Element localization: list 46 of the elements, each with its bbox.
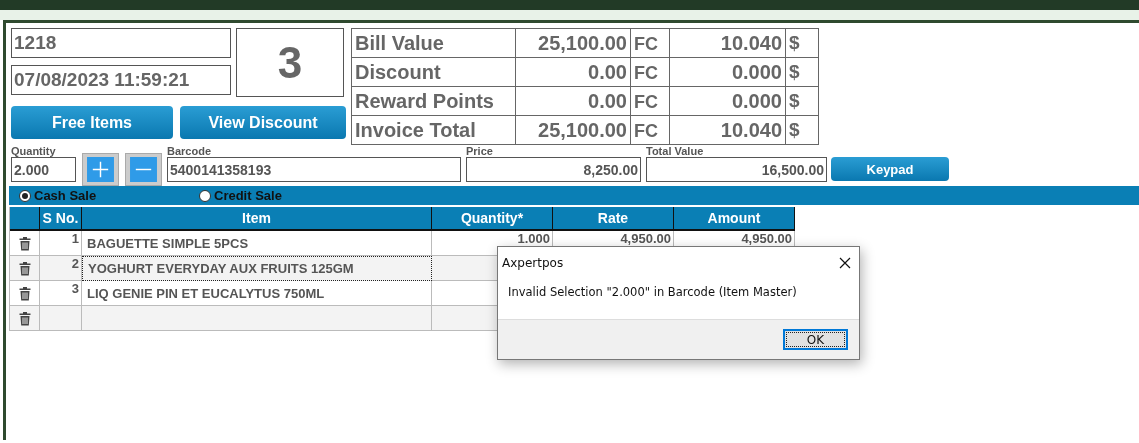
column-header: Quantity* (432, 207, 553, 231)
view-discount-button[interactable]: View Discount (180, 106, 346, 139)
column-header: Amount (674, 207, 795, 231)
sale-type-option[interactable]: Cash Sale (19, 188, 199, 203)
column-header: S No. (40, 207, 82, 231)
summary-amount: 0.00 (515, 86, 631, 116)
summary-amount: 0.00 (515, 57, 631, 87)
currency-symbol: $ (785, 115, 819, 145)
dialog-message: Invalid Selection "2.000" in Barcode (Item Master) (507, 284, 798, 301)
ok-button[interactable]: OK (783, 329, 848, 350)
barcode-label: Barcode (167, 144, 213, 157)
summary-label: Discount (351, 57, 516, 87)
order-number-field[interactable]: 1218 (11, 28, 231, 58)
free-items-button[interactable]: Free Items (11, 106, 173, 139)
currency-code: FC (630, 86, 670, 116)
summary-label: Invoice Total (351, 115, 516, 145)
currency-symbol: $ (785, 86, 819, 116)
summary-label: Bill Value (351, 28, 516, 58)
summary-amount: 25,100.00 (515, 115, 631, 145)
dialog-title: Axpertpos (502, 256, 564, 270)
barcode-field[interactable]: 5400141358193 (167, 157, 461, 182)
column-header: Item (82, 207, 432, 231)
sale-type-option[interactable]: Credit Sale (199, 188, 282, 203)
currency-symbol: $ (785, 28, 819, 58)
summary-usd-amount: 0.000 (669, 57, 786, 87)
column-header: Rate (553, 207, 674, 231)
date-time-field[interactable]: 07/08/2023 11:59:21 (11, 65, 231, 95)
total-value-field[interactable]: 16,500.00 (646, 157, 827, 182)
currency-code: FC (630, 28, 670, 58)
currency-code: FC (630, 115, 670, 145)
table-cell[interactable]: YOGHURT EVERYDAY AUX FRUITS 125GM (82, 256, 432, 281)
quantity-field[interactable]: 2.000 (11, 157, 76, 182)
summary-usd-amount: 0.000 (669, 86, 786, 116)
summary-usd-amount: 10.040 (669, 115, 786, 145)
table-cell: 2 (40, 256, 82, 281)
price-field[interactable]: 8,250.00 (466, 157, 641, 182)
summary-usd-amount: 10.040 (669, 28, 786, 58)
quantity-label: Quantity (11, 144, 57, 157)
keypad-button[interactable]: Keypad (831, 157, 949, 181)
price-label: Price (466, 144, 494, 157)
currency-symbol: $ (785, 57, 819, 87)
total-value-label: Total Value (646, 144, 705, 157)
currency-code: FC (630, 57, 670, 87)
item-count-display: 3 (236, 28, 344, 97)
summary-label: Reward Points (351, 86, 516, 116)
summary-amount: 25,100.00 (515, 28, 631, 58)
